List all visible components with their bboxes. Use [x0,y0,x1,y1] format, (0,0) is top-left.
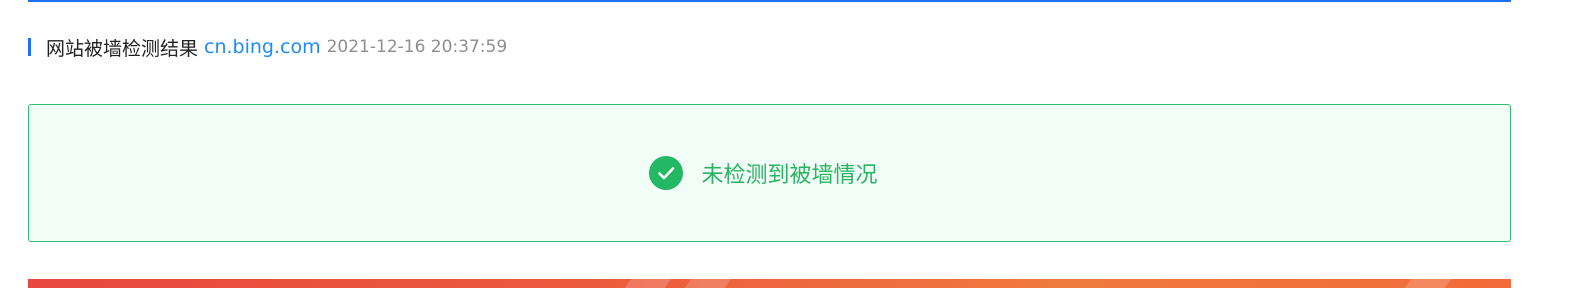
next-section-banner [28,279,1511,288]
page: 网站被墙检测结果 cn.bing.com 2021-12-16 20:37:59… [0,0,1586,288]
heading-title: 网站被墙检测结果 [46,37,199,60]
result-panel: 未检测到被墙情况 [28,104,1511,242]
result-status-text: 未检测到被墙情况 [701,163,878,188]
check-timestamp: 2021-12-16 20:37:59 [326,37,508,57]
result-message: 未检测到被墙情况 [649,156,878,190]
banner-stripe [624,279,672,288]
result-heading: 网站被墙检测结果 cn.bing.com 2021-12-16 20:37:59 [28,36,508,60]
domain-link[interactable]: cn.bing.com [204,36,321,58]
banner-stripe [684,279,732,288]
banner-stripe [1404,279,1452,288]
check-circle-icon [649,156,684,190]
top-divider [28,0,1511,2]
heading-accent-bar [28,38,31,56]
